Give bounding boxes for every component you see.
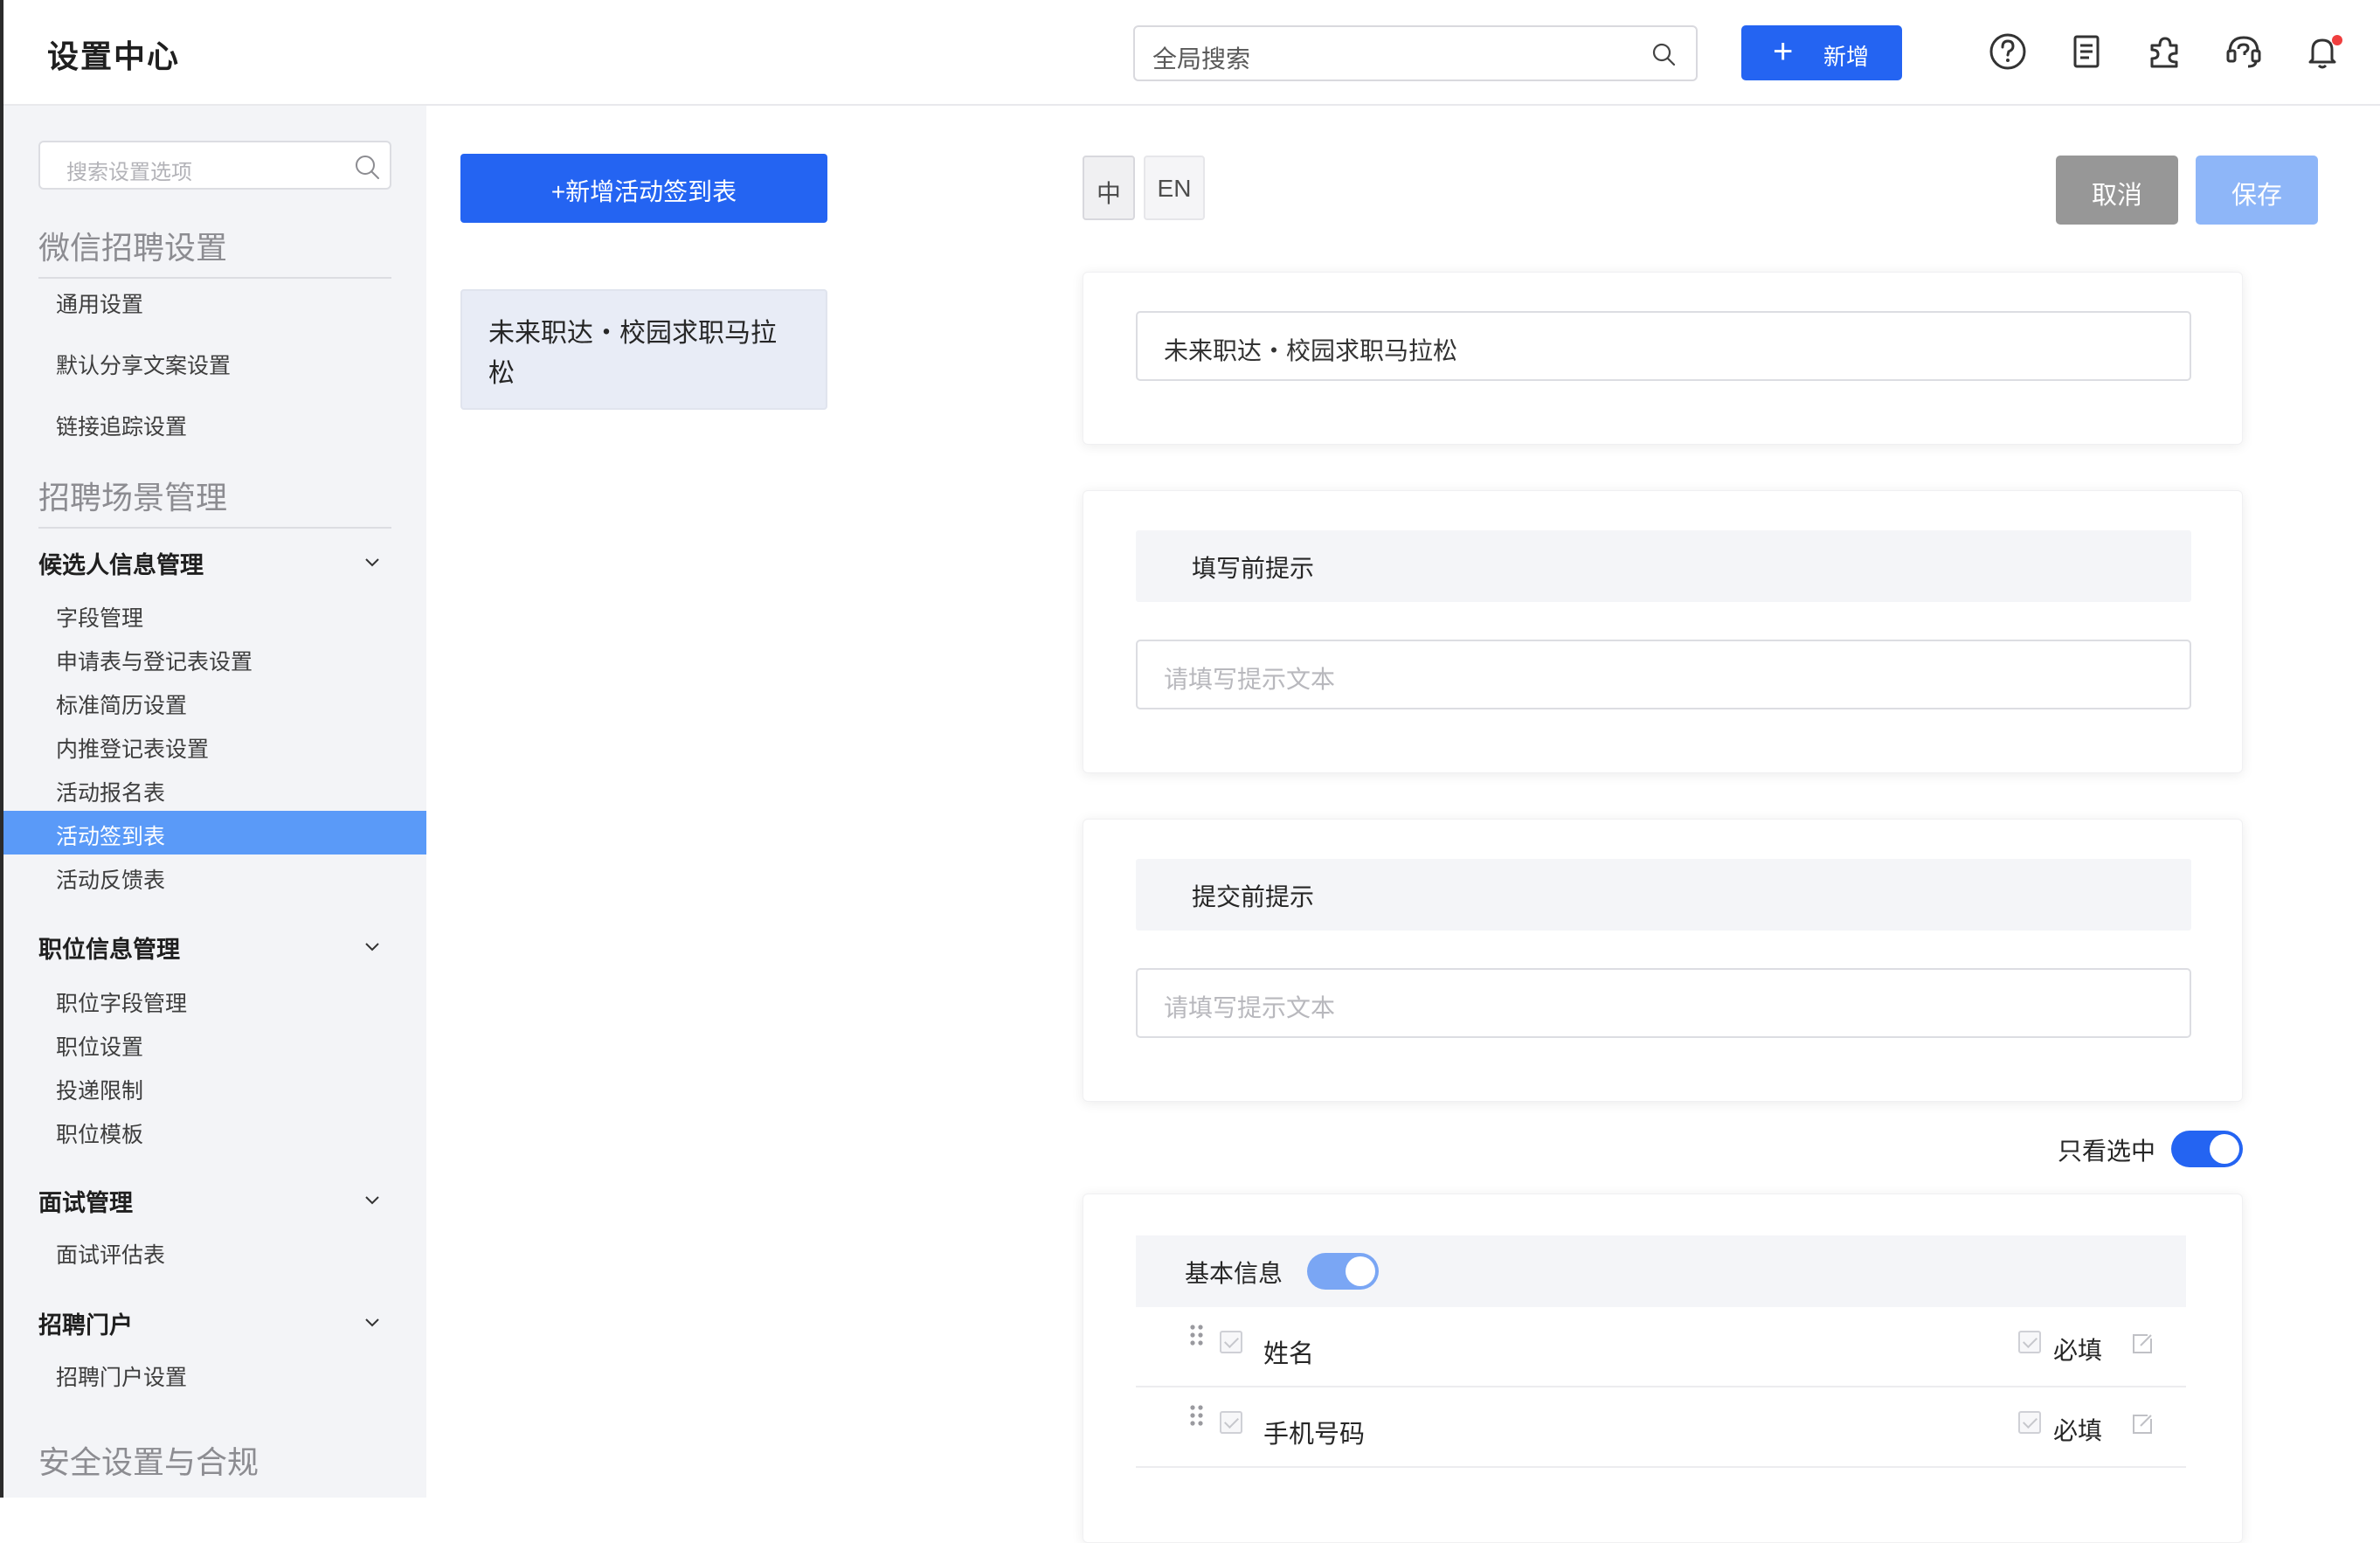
field-group-toggle[interactable]: [1307, 1253, 1379, 1290]
sidebar-item-share-copy[interactable]: 默认分享文案设置: [3, 340, 426, 384]
chevron-down-icon: [365, 1318, 379, 1327]
window-edge: [0, 0, 3, 1498]
field-enabled-checkbox[interactable]: [1220, 1411, 1242, 1434]
form-list-item-label: 未来职达・校园求职马拉松: [488, 319, 777, 388]
field-name: 姓名: [1263, 1340, 1315, 1368]
pre-fill-hint-input[interactable]: 请填写提示文本: [1136, 640, 2191, 709]
sidebar-item-standard-resume[interactable]: 标准简历设置: [3, 680, 426, 723]
divider: [38, 527, 391, 529]
toggle-knob: [2210, 1134, 2239, 1164]
form-name-input[interactable]: 未来职达・校园求职马拉松: [1136, 311, 2191, 381]
top-header: 设置中心 全局搜索 + 新增: [0, 0, 2380, 106]
pre-submit-hint-input[interactable]: 请填写提示文本: [1136, 968, 2191, 1038]
section-interview[interactable]: 面试管理: [38, 1179, 391, 1217]
drag-handle-icon[interactable]: [1188, 1403, 1206, 1429]
chevron-down-icon: [365, 943, 379, 951]
sidebar-item-link-tracking[interactable]: 链接追踪设置: [3, 401, 426, 445]
toggle-knob: [1346, 1256, 1375, 1286]
pre-submit-hint-card: 提交前提示 请填写提示文本: [1083, 819, 2243, 1102]
sidebar: 搜索设置选项 微信招聘设置 通用设置 默认分享文案设置 链接追踪设置 招聘场景管…: [3, 106, 426, 1498]
drag-handle-icon[interactable]: [1188, 1323, 1206, 1349]
plugin-icon[interactable]: [2143, 30, 2187, 73]
required-checkbox[interactable]: [2018, 1411, 2041, 1434]
only-selected-label: 只看选中: [2058, 1138, 2156, 1165]
global-search-placeholder: 全局搜索: [1152, 45, 1251, 73]
section-career-portal[interactable]: 招聘门户: [38, 1301, 391, 1339]
section-job-info[interactable]: 职位信息管理: [38, 925, 391, 964]
pre-fill-hint-title: 填写前提示: [1136, 530, 2191, 602]
chevron-down-icon: [365, 1196, 379, 1205]
field-group-title: 基本信息: [1185, 1260, 1283, 1287]
sidebar-item-job-fields[interactable]: 职位字段管理: [3, 978, 426, 1021]
help-circle-icon[interactable]: [1986, 30, 2030, 73]
required-label: 必填: [2053, 1417, 2103, 1444]
document-icon[interactable]: [2065, 30, 2108, 73]
support-icon[interactable]: [2222, 30, 2266, 73]
pre-fill-hint-card: 填写前提示 请填写提示文本: [1083, 490, 2243, 773]
sidebar-item-general[interactable]: 通用设置: [3, 279, 426, 322]
sidebar-item-job-settings[interactable]: 职位设置: [3, 1021, 426, 1065]
field-enabled-checkbox[interactable]: [1220, 1331, 1242, 1353]
only-selected-toggle[interactable]: [2171, 1131, 2243, 1167]
fields-card: 基本信息 姓名 必填 手机号码 必填: [1083, 1194, 2243, 1543]
sidebar-search-placeholder: 搜索设置选项: [66, 161, 192, 184]
bell-icon[interactable]: [2300, 30, 2344, 73]
notification-dot: [2332, 35, 2342, 45]
required-checkbox[interactable]: [2018, 1331, 2041, 1353]
sidebar-item-job-template[interactable]: 职位模板: [3, 1109, 426, 1152]
sidebar-item-referral-form[interactable]: 内推登记表设置: [3, 723, 426, 767]
sidebar-item-application-form[interactable]: 申请表与登记表设置: [3, 636, 426, 680]
form-list-item[interactable]: 未来职达・校园求职马拉松: [460, 289, 827, 410]
edit-icon[interactable]: [2130, 1412, 2155, 1436]
field-group-header: 基本信息: [1136, 1235, 2186, 1307]
save-button[interactable]: 保存: [2196, 156, 2318, 225]
global-search-input[interactable]: 全局搜索: [1133, 25, 1698, 81]
search-icon: [356, 156, 379, 179]
field-row: 手机号码 必填: [1136, 1387, 2186, 1468]
lang-zh-button[interactable]: 中: [1083, 156, 1135, 220]
sidebar-item-event-signup[interactable]: 活动报名表: [3, 767, 426, 811]
sidebar-item-apply-limit[interactable]: 投递限制: [3, 1065, 426, 1109]
chevron-down-icon: [365, 558, 379, 567]
required-label: 必填: [2053, 1337, 2103, 1364]
sidebar-item-fields[interactable]: 字段管理: [3, 592, 426, 636]
group-title-wechat: 微信招聘设置: [38, 230, 228, 266]
section-candidate-info[interactable]: 候选人信息管理: [38, 541, 391, 579]
plus-icon: +: [1773, 32, 1794, 71]
form-name-card: 未来职达・校园求职马拉松: [1083, 272, 2243, 445]
edit-icon[interactable]: [2130, 1332, 2155, 1356]
group-title-scenario: 招聘场景管理: [38, 480, 228, 515]
add-new-label: 新增: [1823, 44, 1870, 70]
sidebar-item-portal-settings[interactable]: 招聘门户设置: [3, 1352, 426, 1395]
sidebar-item-event-checkin[interactable]: 活动签到表: [3, 811, 426, 855]
app-title: 设置中心: [47, 38, 181, 74]
lang-en-button[interactable]: EN: [1144, 156, 1205, 220]
sidebar-item-interview-eval[interactable]: 面试评估表: [3, 1229, 426, 1273]
add-checkin-form-button[interactable]: +新增活动签到表: [460, 154, 827, 223]
sidebar-item-event-feedback[interactable]: 活动反馈表: [3, 855, 426, 898]
search-icon: [1652, 43, 1676, 66]
pre-submit-hint-title: 提交前提示: [1136, 859, 2191, 931]
add-new-button[interactable]: + 新增: [1741, 25, 1902, 80]
group-title-security: 安全设置与合规: [38, 1444, 259, 1480]
cancel-button[interactable]: 取消: [2056, 156, 2178, 225]
field-name: 手机号码: [1263, 1421, 1366, 1449]
field-row: 姓名 必填: [1136, 1307, 2186, 1387]
sidebar-search-input[interactable]: 搜索设置选项: [38, 141, 391, 190]
